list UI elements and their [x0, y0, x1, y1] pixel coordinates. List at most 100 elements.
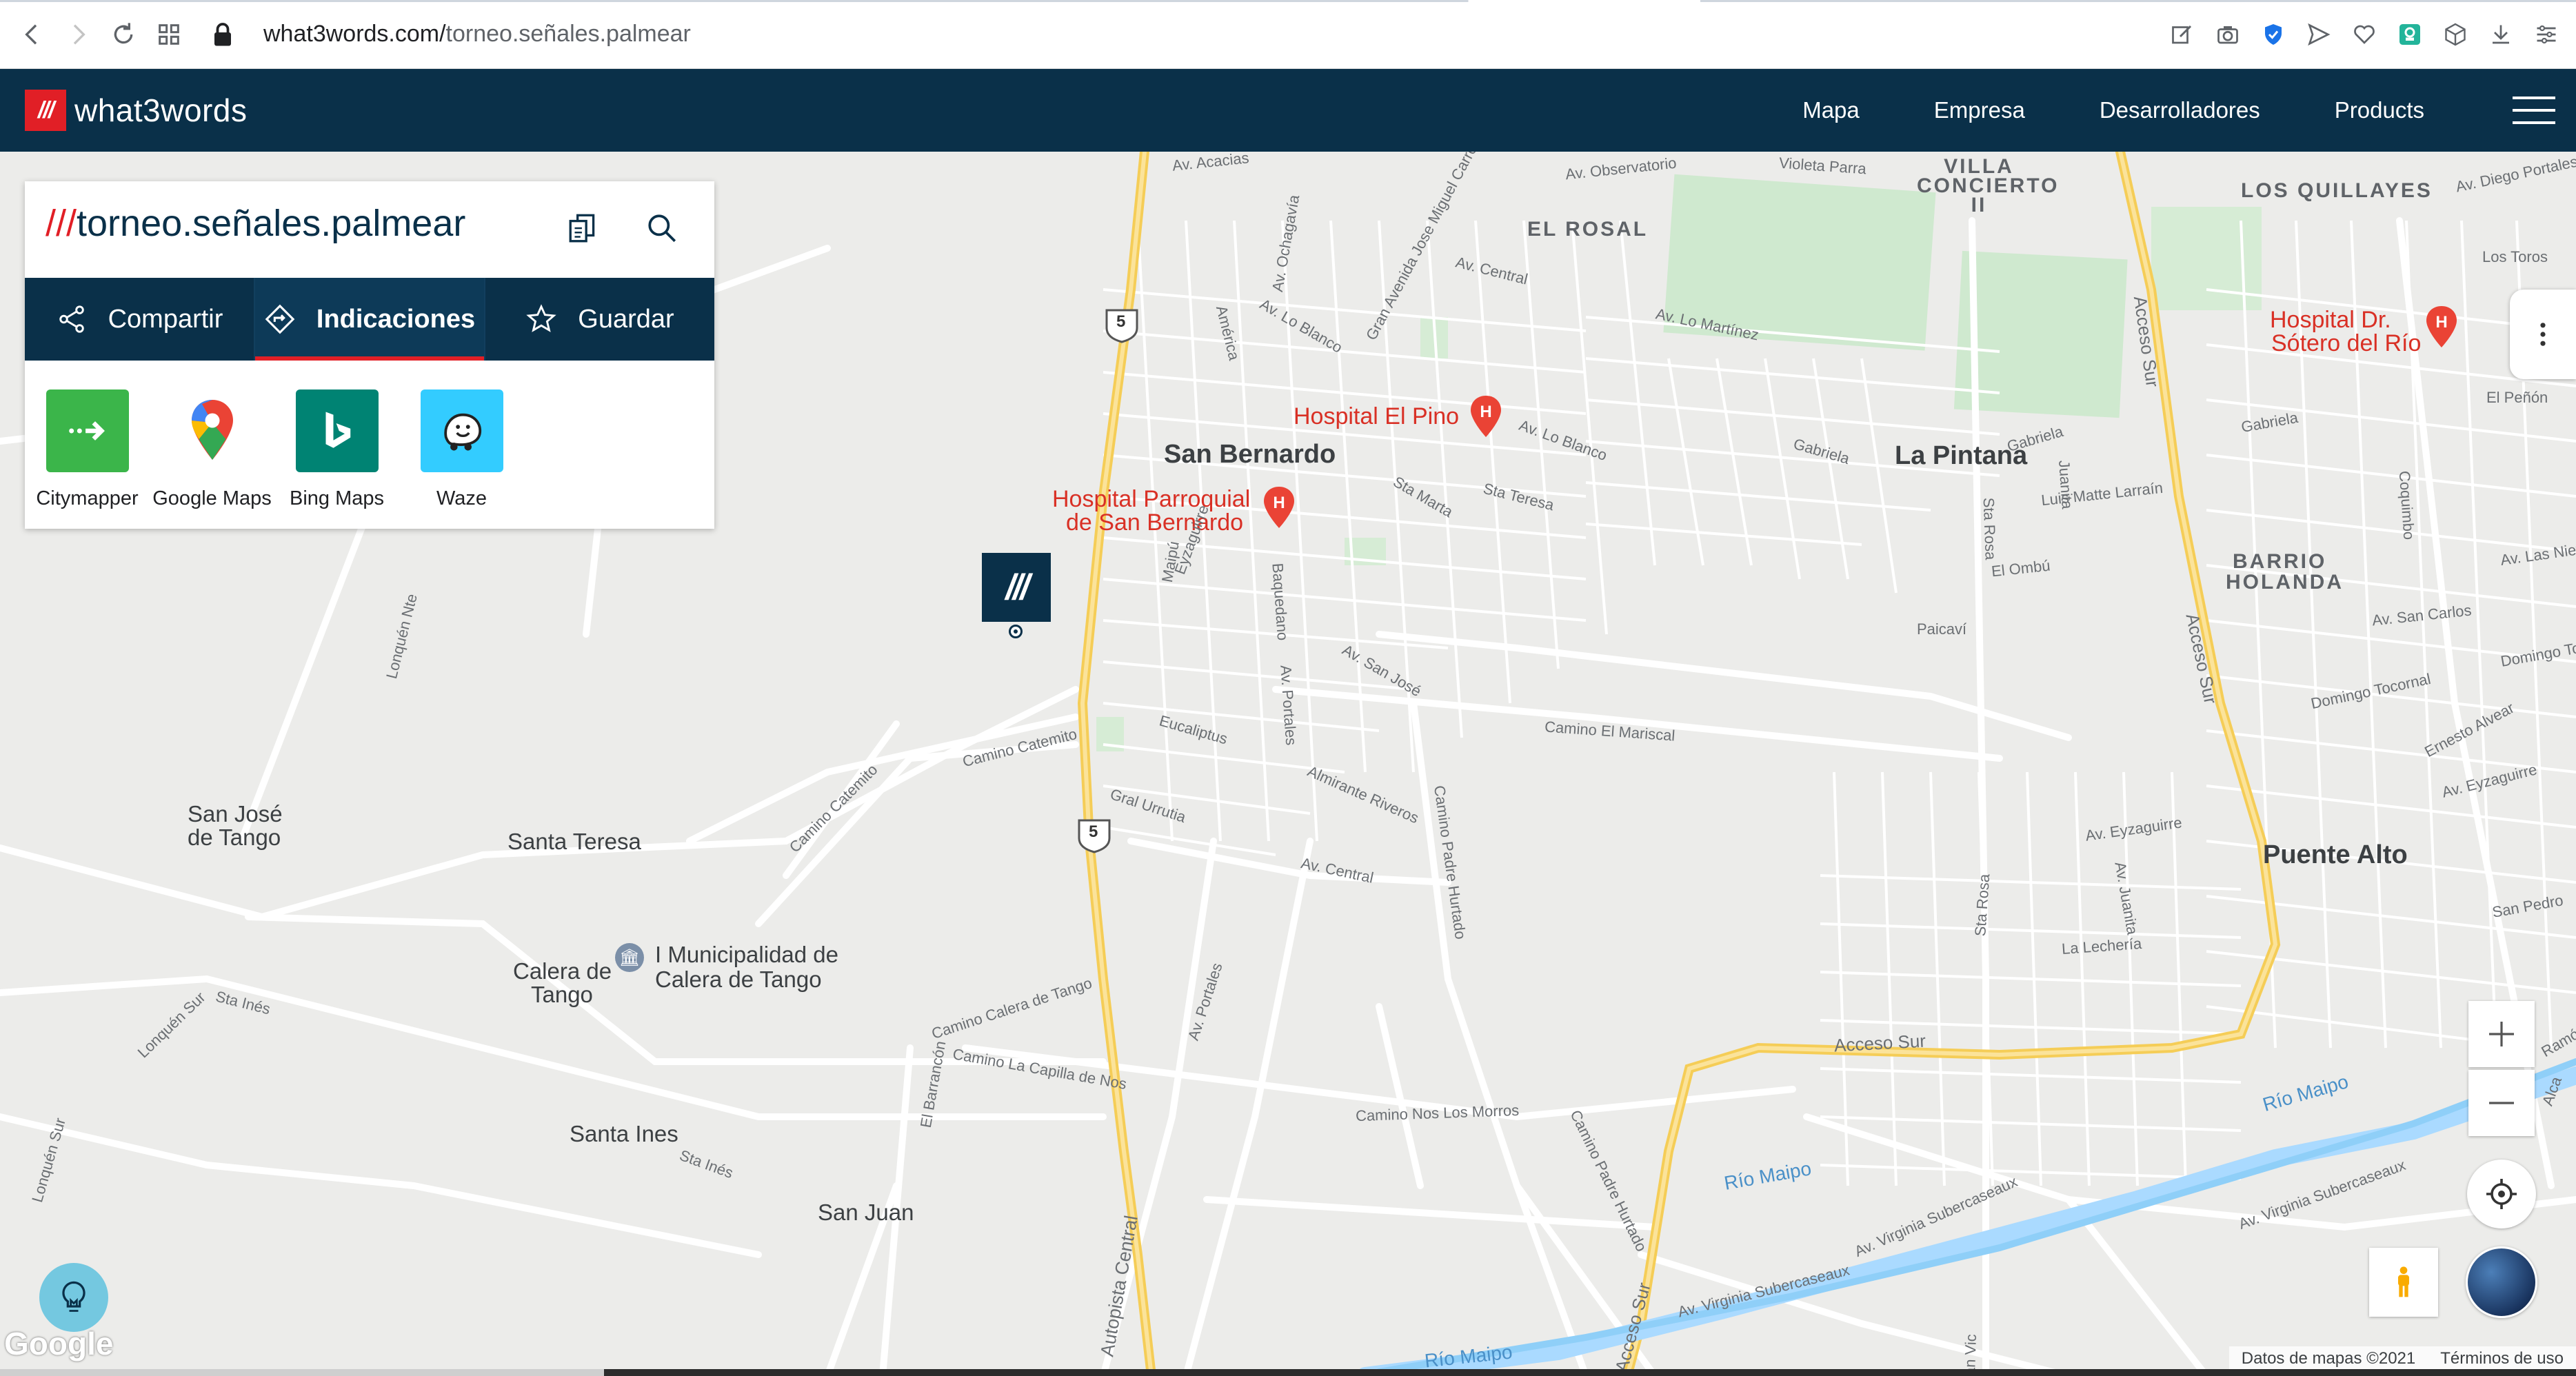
hamburger-menu-icon[interactable] [2513, 97, 2555, 124]
zoom-out-button[interactable] [2468, 1070, 2535, 1136]
poi-municipalidad: I Municipalidad de [655, 942, 838, 967]
download-icon[interactable] [2478, 12, 2524, 57]
w3w-address[interactable]: ///torneo.señales.palmear [46, 202, 465, 245]
place-san-bernardo: San Bernardo [1164, 440, 1336, 469]
poi-hospital-sotero-2: Sótero del Río [2271, 330, 2422, 356]
poi-hospital-el-pino: Hospital El Pino [1294, 403, 1460, 429]
poi-hospital-parroquial-2: de San Bernardo [1066, 509, 1244, 536]
bing-maps-icon [295, 389, 379, 472]
address-words: torneo.señales.palmear [77, 203, 466, 244]
app-label: Waze [436, 487, 487, 509]
nav-products[interactable]: Products [2335, 97, 2424, 123]
app-google-maps[interactable]: Google Maps [150, 389, 274, 510]
tab-label: Compartir [108, 304, 223, 334]
edit-icon[interactable] [2160, 12, 2205, 57]
copy-icon[interactable] [563, 208, 604, 249]
send-icon[interactable] [2296, 12, 2342, 57]
street-label: Juanita [2055, 459, 2076, 510]
nav-mapa[interactable]: Mapa [1802, 97, 1860, 123]
cube-icon[interactable] [2433, 12, 2478, 57]
header-nav: Mapa Empresa Desarrolladores Products [1728, 69, 2424, 152]
tab-indicaciones[interactable]: Indicaciones [255, 278, 485, 361]
my-location-button[interactable] [2467, 1160, 2536, 1228]
place-calera: Calera de [513, 958, 612, 984]
google-maps-icon [170, 389, 254, 472]
district-villa-concierto: VILLA CONCIERTO II [1917, 155, 2060, 216]
share-icon [59, 305, 84, 333]
more-options-icon[interactable] [2510, 290, 2576, 379]
place-san-juan: San Juan [818, 1200, 914, 1225]
w3w-logo[interactable]: /// what3words [25, 90, 247, 131]
browser-toolbar: what3words.com/torneo.señales.palmear [0, 0, 2576, 69]
url-host: what3words.com/ [263, 21, 446, 47]
district-barrio: BARRIO [2233, 550, 2327, 573]
w3w-map-marker[interactable]: /// [982, 553, 1051, 622]
street-view-pegman-icon[interactable] [2369, 1248, 2438, 1317]
logo-text: what3words [74, 92, 248, 128]
district-holanda: HOLANDA [2226, 571, 2344, 594]
map-data-credit: Datos de mapas ©2021 [2241, 1349, 2416, 1368]
location-dot [1009, 625, 1023, 638]
menu-icon[interactable] [2524, 12, 2569, 57]
address-bar[interactable]: what3words.com/torneo.señales.palmear [212, 21, 691, 48]
forward-icon[interactable] [55, 12, 101, 57]
place-tango: Tango [531, 982, 593, 1007]
site-header: /// what3words Mapa Empresa Desarrollado… [0, 69, 2576, 152]
street-label: Los Toros [2482, 248, 2548, 265]
map-footer: Datos de mapas ©2021 Términos de uso [2228, 1346, 2576, 1371]
svg-text:H: H [1480, 403, 1491, 421]
street-label: El Peñón [2486, 389, 2548, 406]
wallet-icon[interactable] [2387, 12, 2433, 57]
citymapper-icon [46, 389, 129, 472]
reload-icon[interactable] [101, 12, 146, 57]
horizontal-scrollbar[interactable] [0, 1369, 2576, 1376]
tabs-grid-icon[interactable] [146, 12, 192, 57]
app-label: Bing Maps [289, 487, 384, 509]
app-label: Citymapper [36, 487, 139, 509]
tab-guardar[interactable]: Guardar [485, 278, 714, 361]
shield-icon[interactable] [2251, 12, 2296, 57]
street-label: Paicaví [1917, 620, 1967, 638]
tab-compartir[interactable]: Compartir [25, 278, 255, 361]
place-de-tango: de Tango [188, 824, 281, 850]
terms-link[interactable]: Términos de uso [2428, 1349, 2576, 1368]
loading-progress [0, 0, 2576, 2]
google-logo: Google [4, 1326, 114, 1362]
hospital-pin-icon: H [1471, 396, 1501, 437]
earth-view-icon[interactable] [2466, 1246, 2537, 1318]
app-waze[interactable]: Waze [399, 389, 524, 510]
tab-label: Indicaciones [316, 304, 476, 334]
logo-mark: /// [25, 90, 66, 131]
extension-toolbar [2160, 12, 2569, 57]
poi-hospital-sotero: Hospital Dr. [2270, 307, 2391, 333]
search-icon[interactable] [641, 208, 683, 249]
municipality-icon: 🏛 [615, 943, 644, 972]
district-el-rosal: EL ROSAL [1527, 218, 1649, 241]
camera-icon[interactable] [2205, 12, 2251, 57]
url-path: torneo.señales.palmear [445, 21, 691, 47]
nav-empresa[interactable]: Empresa [1934, 97, 2025, 123]
poi-hospital-parroquial: Hospital Parroquial [1052, 486, 1251, 512]
hospital-pin-icon: H [2426, 306, 2457, 347]
app-citymapper[interactable]: Citymapper [25, 389, 150, 510]
card-tabs: Compartir Indicaciones Guardar [25, 278, 714, 361]
heart-icon[interactable] [2342, 12, 2387, 57]
scrollbar-thumb[interactable] [604, 1369, 2576, 1376]
street-label: Sta Rosa [1980, 497, 2000, 560]
lock-icon [214, 22, 231, 45]
district-los-quillayes: LOS QUILLAYES [2241, 179, 2433, 202]
star-icon [526, 304, 557, 332]
tab-label: Guardar [578, 304, 674, 334]
svg-text:H: H [2435, 313, 2447, 332]
zoom-in-button[interactable] [2468, 1001, 2535, 1067]
app-bing-maps[interactable]: Bing Maps [274, 389, 399, 510]
place-santa-ines: Santa Ines [570, 1121, 678, 1146]
back-icon[interactable] [10, 12, 55, 57]
address-slashes: /// [46, 203, 77, 244]
route-shield-5: 5 [1089, 822, 1098, 841]
nav-desarrolladores[interactable]: Desarrolladores [2100, 97, 2260, 123]
directions-icon [265, 304, 295, 334]
place-santa-teresa: Santa Teresa [507, 829, 641, 854]
poi-municipalidad-2: Calera de Tango [655, 967, 822, 992]
lightbulb-icon[interactable] [39, 1263, 108, 1332]
